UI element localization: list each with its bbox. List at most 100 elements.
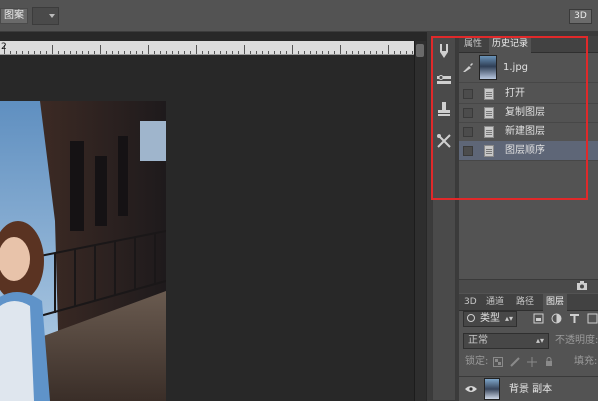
highlight-box <box>431 36 588 200</box>
eye-icon[interactable] <box>465 385 477 393</box>
ruler-tick <box>328 51 329 54</box>
filter-pixel-icon[interactable] <box>533 313 544 324</box>
ruler-tick <box>40 51 41 54</box>
ruler-tick <box>214 51 215 54</box>
layer-name[interactable]: 背景 副本 <box>509 380 552 400</box>
pattern-dropdown[interactable] <box>32 7 59 25</box>
ruler-tick <box>148 45 149 54</box>
tab-layers[interactable]: 图层 <box>543 294 568 311</box>
photo-content <box>0 101 166 401</box>
3d-mode-button[interactable]: 3D <box>569 9 592 24</box>
ruler-tick <box>268 51 269 54</box>
ruler-tick <box>196 45 197 54</box>
ruler-tick <box>184 51 185 54</box>
ruler-tick <box>358 51 359 54</box>
ruler-tick <box>352 51 353 54</box>
ruler-tick <box>334 51 335 54</box>
ruler-tick <box>106 51 107 54</box>
layer-kind-value: 类型 <box>480 313 500 324</box>
ruler-tick <box>88 51 89 54</box>
tab-channels[interactable]: 通道 <box>483 294 507 311</box>
ruler-tick <box>76 51 77 54</box>
ruler-tick <box>22 51 23 54</box>
lock-all-icon[interactable] <box>544 357 554 367</box>
ruler-tick <box>322 51 323 54</box>
ruler-tick <box>190 51 191 54</box>
ruler-label: 2 <box>1 42 7 52</box>
ruler-tick <box>406 51 407 54</box>
ruler-tick <box>130 51 131 54</box>
ruler-tick <box>376 51 377 54</box>
ruler-tick <box>244 45 245 54</box>
ruler-tick <box>124 51 125 54</box>
filter-type-icon[interactable] <box>569 313 580 324</box>
ruler-tick <box>94 51 95 54</box>
ruler-tick <box>10 51 11 54</box>
layer-kind-filter[interactable]: 类型 ▴▾ <box>463 311 517 327</box>
ruler-tick <box>250 51 251 54</box>
lock-transparent-icon[interactable] <box>493 357 503 367</box>
ruler-tick <box>202 51 203 54</box>
ruler-tick <box>310 51 311 54</box>
new-snapshot-icon[interactable] <box>576 281 588 291</box>
ruler-tick <box>370 51 371 54</box>
document-image[interactable] <box>0 101 166 401</box>
fill-label: 填充: <box>574 356 598 367</box>
ruler-tick <box>238 51 239 54</box>
ruler-tick <box>34 51 35 54</box>
horizontal-ruler <box>0 41 414 55</box>
pattern-label[interactable]: 图案 <box>0 8 28 24</box>
updown-caret-icon: ▴▾ <box>535 336 544 345</box>
blend-mode-dropdown[interactable]: 正常 ▴▾ <box>463 333 549 349</box>
layers-tabbar: 3D 通道 路径 图层 <box>459 294 598 311</box>
ruler-tick <box>400 51 401 54</box>
opacity-label: 不透明度: <box>555 335 598 346</box>
vertical-scrollbar[interactable] <box>414 41 426 401</box>
ruler-tick <box>58 51 59 54</box>
ruler-tick <box>412 51 413 54</box>
updown-caret-icon: ▴▾ <box>504 314 513 323</box>
ruler-tick <box>166 51 167 54</box>
ruler-tick <box>142 51 143 54</box>
options-bar <box>0 0 598 32</box>
scrollbar-thumb[interactable] <box>416 44 424 57</box>
lock-label: 锁定: <box>465 356 489 367</box>
ruler-tick <box>382 51 383 54</box>
ruler-tick <box>16 51 17 54</box>
ruler-tick <box>82 51 83 54</box>
ruler-tick <box>262 51 263 54</box>
ruler-tick <box>100 45 101 54</box>
filter-shape-icon[interactable] <box>587 313 598 324</box>
ruler-tick <box>346 51 347 54</box>
filter-adjustment-icon[interactable] <box>551 313 562 324</box>
ruler-tick <box>46 51 47 54</box>
ruler-tick <box>340 45 341 54</box>
ruler-tick <box>70 51 71 54</box>
tab-paths[interactable]: 路径 <box>513 294 537 311</box>
ruler-tick <box>160 51 161 54</box>
ruler-tick <box>112 51 113 54</box>
lock-position-icon[interactable] <box>527 357 537 367</box>
ruler-tick <box>220 51 221 54</box>
ruler-tick <box>298 51 299 54</box>
tab-3d[interactable]: 3D <box>461 294 480 311</box>
ruler-tick <box>256 51 257 54</box>
ruler-tick <box>280 51 281 54</box>
ruler-tick <box>316 51 317 54</box>
ruler-tick <box>364 51 365 54</box>
ruler-tick <box>304 51 305 54</box>
lock-image-icon[interactable] <box>510 357 520 367</box>
ruler-tick <box>28 51 29 54</box>
ruler-tick <box>286 51 287 54</box>
blend-mode-value: 正常 <box>468 335 488 346</box>
ruler-tick <box>274 51 275 54</box>
ruler-tick <box>136 51 137 54</box>
ruler-tick <box>64 51 65 54</box>
ruler-tick <box>172 51 173 54</box>
ruler-tick <box>178 51 179 54</box>
ruler-tick <box>118 51 119 54</box>
ruler-tick <box>388 45 389 54</box>
ruler-tick <box>226 51 227 54</box>
search-icon <box>467 314 475 322</box>
ruler-tick <box>232 51 233 54</box>
